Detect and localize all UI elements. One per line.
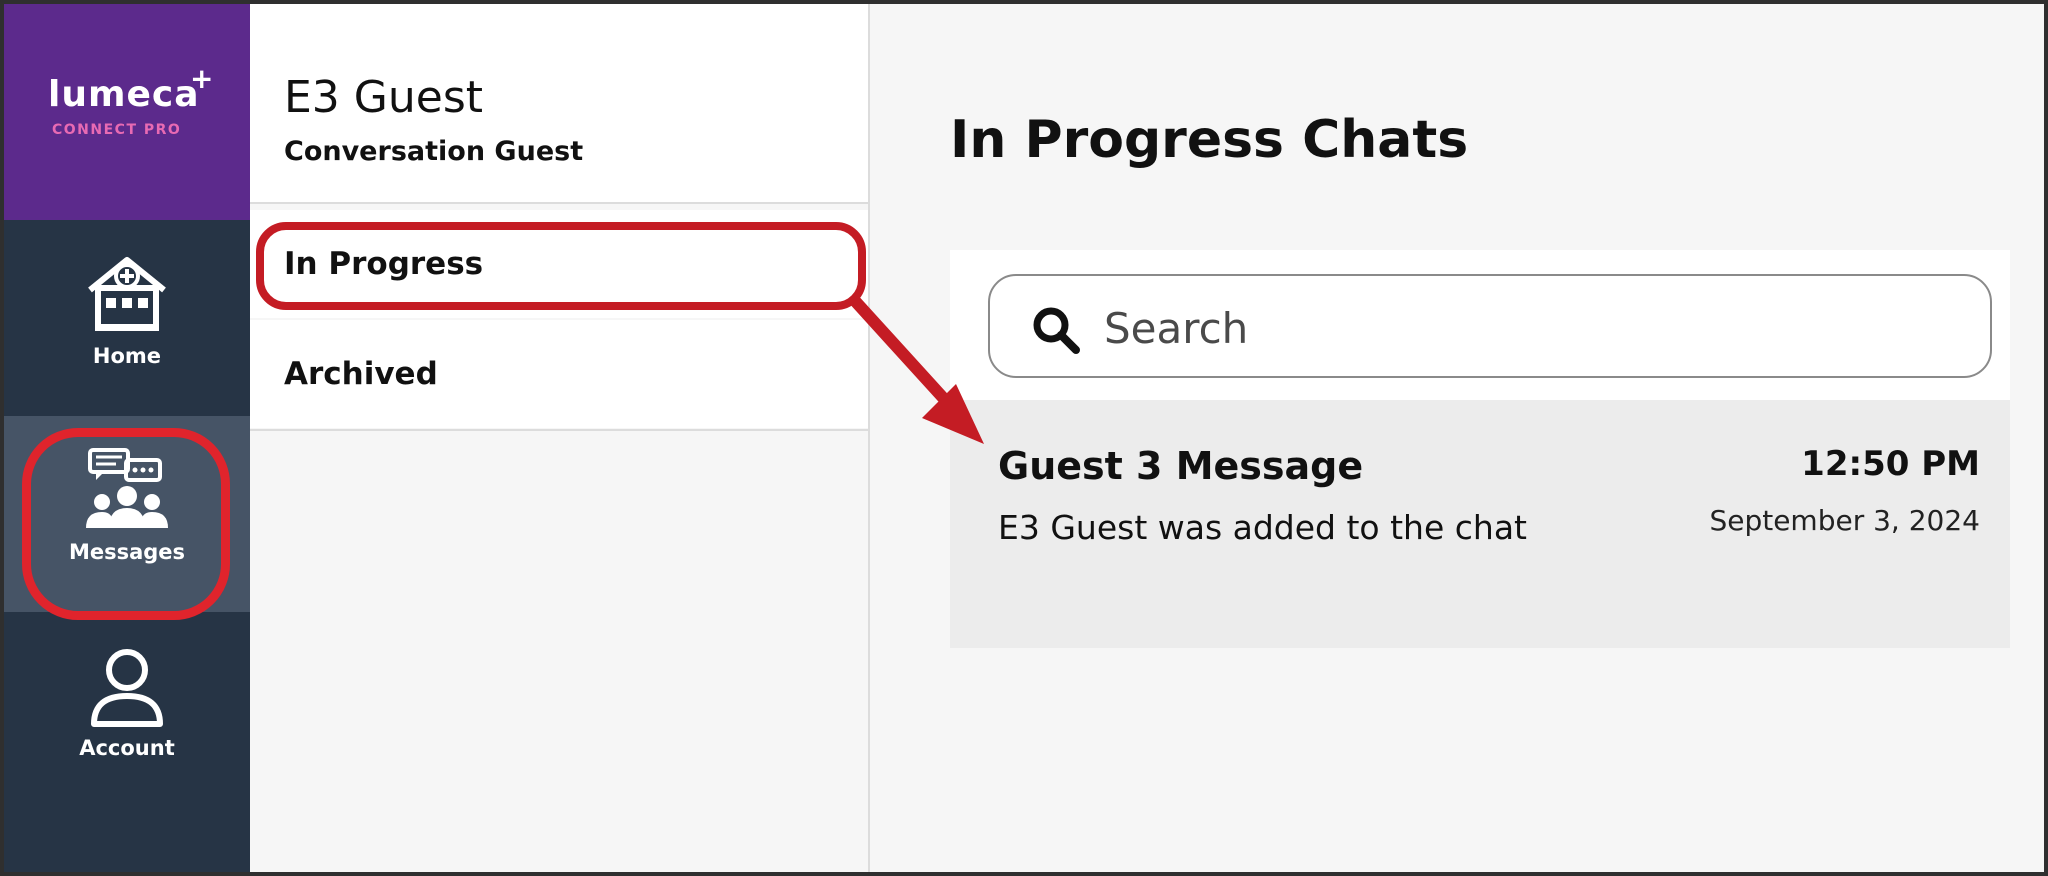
conversation-preview: E3 Guest was added to the chat xyxy=(998,508,1527,547)
sidebar-item-label: Home xyxy=(92,344,162,368)
search-box[interactable] xyxy=(988,274,1992,378)
nav-divider xyxy=(250,429,868,431)
conversation-title: Guest 3 Message xyxy=(998,444,1364,488)
home-clinic-icon xyxy=(88,257,166,331)
search-icon xyxy=(1033,307,1080,354)
brand-subtitle: CONNECT PRO xyxy=(52,122,182,138)
sidebar-item-home[interactable]: Home xyxy=(4,220,250,416)
nav-item-archived[interactable]: Archived xyxy=(250,320,868,428)
brand-name: lumeca xyxy=(48,74,200,115)
page-title: In Progress Chats xyxy=(950,110,1469,170)
conversation-time: 12:50 PM xyxy=(1801,444,1980,484)
annotation-highlight-messages xyxy=(22,428,230,620)
brand-plus: + xyxy=(190,62,214,95)
sidebar-item-label: Account xyxy=(79,736,175,760)
icon-sidebar: lumeca + CONNECT PRO Home Messages Accou… xyxy=(4,4,250,872)
account-person-icon xyxy=(91,649,163,727)
sidebar-item-account[interactable]: Account xyxy=(4,612,250,808)
conversation-date: September 3, 2024 xyxy=(1709,504,1980,537)
user-role: Conversation Guest xyxy=(284,136,584,167)
user-name: E3 Guest xyxy=(284,72,484,123)
search-input[interactable] xyxy=(1102,300,1966,356)
app-window: lumeca + CONNECT PRO Home Messages Accou… xyxy=(4,4,2044,872)
conversation-item[interactable]: Guest 3 Message E3 Guest was added to th… xyxy=(950,400,2010,648)
annotation-highlight-in-progress xyxy=(256,222,866,310)
conversation-filter-panel: E3 Guest Conversation Guest In Progress … xyxy=(250,4,870,872)
brand-logo: lumeca + CONNECT PRO xyxy=(4,4,250,220)
user-header: E3 Guest Conversation Guest xyxy=(250,4,868,204)
main-content: In Progress Chats Guest 3 Message E3 Gue… xyxy=(870,4,2044,872)
chat-list-card: Guest 3 Message E3 Guest was added to th… xyxy=(950,250,2010,648)
